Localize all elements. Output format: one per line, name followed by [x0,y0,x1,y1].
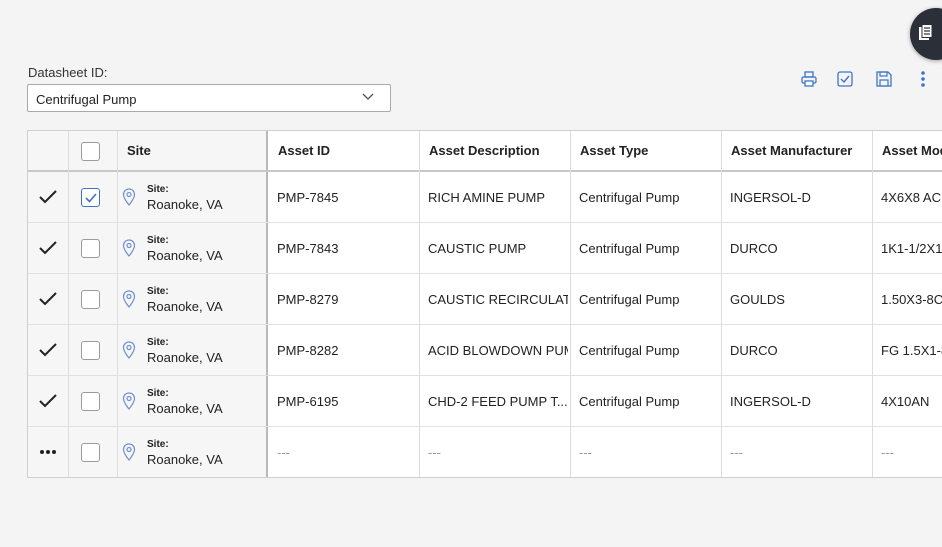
row-select-checkbox[interactable] [81,392,100,411]
column-header-asset-model[interactable]: Asset Mod [872,131,942,172]
table-row[interactable]: Site: Roanoke, VA PMP-7845 RICH AMINE PUMP C… [28,172,942,223]
datasheet-id-select[interactable]: Centrifugal Pump [27,84,391,112]
cell-manufacturer[interactable]: GOULDS [730,292,870,307]
cell-model[interactable]: 1.50X3-8C 3 [881,292,942,307]
more-horizontal-icon[interactable] [39,449,57,455]
row-select-checkbox[interactable] [81,290,100,309]
cell-manufacturer[interactable]: INGERSOL-D [730,394,870,409]
column-header-asset-description[interactable]: Asset Description [419,131,570,172]
site-value: Roanoke, VA [147,401,223,416]
cell-model[interactable]: --- [881,445,942,460]
row-select-checkbox[interactable] [81,443,100,462]
checkmark-icon [85,193,97,203]
location-pin-icon [122,188,136,206]
site-value: Roanoke, VA [147,248,223,263]
site-label: Site: [147,337,169,348]
check-icon [39,343,57,357]
site-label: Site: [147,184,169,195]
cell-description[interactable]: --- [428,445,568,460]
cell-description[interactable]: RICH AMINE PUMP [428,190,568,205]
print-button[interactable] [800,70,818,88]
column-header-asset-id[interactable]: Asset ID [268,131,419,172]
check-icon [39,190,57,204]
cell-asset-id[interactable]: PMP-8279 [277,292,417,307]
cell-type[interactable]: Centrifugal Pump [579,190,719,205]
column-header-asset-manufacturer[interactable]: Asset Manufacturer [721,131,872,172]
cell-manufacturer[interactable]: DURCO [730,343,870,358]
cell-asset-id[interactable]: PMP-7843 [277,241,417,256]
cell-asset-id[interactable]: PMP-6195 [277,394,417,409]
row-select-checkbox[interactable] [81,239,100,258]
cell-asset-id[interactable]: PMP-7845 [277,190,417,205]
cell-type[interactable]: Centrifugal Pump [579,241,719,256]
location-pin-icon [122,443,136,461]
cell-description[interactable]: CHD-2 FEED PUMP T... [428,394,568,409]
site-label: Site: [147,235,169,246]
column-header-site[interactable]: Site [117,131,268,172]
cell-type[interactable]: Centrifugal Pump [579,343,719,358]
site-label: Site: [147,388,169,399]
datasheet-id-label: Datasheet ID: [28,65,108,80]
cell-description[interactable]: CAUSTIC PUMP [428,241,568,256]
site-label: Site: [147,439,169,450]
cell-description[interactable]: ACID BLOWDOWN PUM. [428,343,568,358]
cell-type[interactable]: Centrifugal Pump [579,292,719,307]
location-pin-icon [122,392,136,410]
cell-type[interactable]: --- [579,445,719,460]
select-all-checkbox[interactable] [81,142,100,161]
row-select-checkbox[interactable] [81,341,100,360]
save-button[interactable] [875,70,893,88]
location-pin-icon [122,239,136,257]
check-icon [39,292,57,306]
site-value: Roanoke, VA [147,197,223,212]
cell-description[interactable]: CAUSTIC RECIRCULATI... [428,292,568,307]
cell-type[interactable]: Centrifugal Pump [579,394,719,409]
row-select-checkbox[interactable] [81,188,100,207]
cell-asset-id[interactable]: PMP-8282 [277,343,417,358]
cell-manufacturer[interactable]: INGERSOL-D [730,190,870,205]
table-row[interactable]: Site: Roanoke, VA PMP-8282 ACID BLOWDOWN PU… [28,325,942,376]
more-options-icon [921,71,925,87]
chevron-down-icon [362,93,374,100]
datasheet-copy-button[interactable] [910,8,942,60]
cell-model[interactable]: 1K1-1/2X1- [881,241,942,256]
location-pin-icon [122,290,136,308]
datasheet-id-value: Centrifugal Pump [36,92,137,107]
table-row[interactable]: Site: Roanoke, VA --- --- --- --- --- [28,427,942,477]
print-icon [801,71,817,87]
table-row[interactable]: Site: Roanoke, VA PMP-6195 CHD-2 FEED PUMP … [28,376,942,427]
datasheet-copy-icon [919,24,933,40]
validate-button[interactable] [836,70,854,88]
cell-model[interactable]: 4X10AN [881,394,942,409]
save-icon [876,71,892,87]
cell-manufacturer[interactable]: DURCO [730,241,870,256]
asset-grid: Site Asset ID Asset Description Asset Ty… [27,130,942,478]
cell-model[interactable]: 4X6X8 AC [881,190,942,205]
cell-manufacturer[interactable]: --- [730,445,870,460]
more-options-button[interactable] [914,70,932,88]
check-icon [39,241,57,255]
site-value: Roanoke, VA [147,299,223,314]
site-value: Roanoke, VA [147,350,223,365]
cell-model[interactable]: FG 1.5X1-8 [881,343,942,358]
table-row[interactable]: Site: Roanoke, VA PMP-8279 CAUSTIC RECIRCUL… [28,274,942,325]
site-label: Site: [147,286,169,297]
column-header-asset-type[interactable]: Asset Type [570,131,721,172]
site-value: Roanoke, VA [147,452,223,467]
location-pin-icon [122,341,136,359]
status-column-header [28,131,68,172]
check-icon [39,394,57,408]
select-column-header [68,131,117,172]
table-row[interactable]: Site: Roanoke, VA PMP-7843 CAUSTIC PUMP Cent… [28,223,942,274]
validate-icon [837,71,853,87]
cell-asset-id[interactable]: --- [277,445,417,460]
